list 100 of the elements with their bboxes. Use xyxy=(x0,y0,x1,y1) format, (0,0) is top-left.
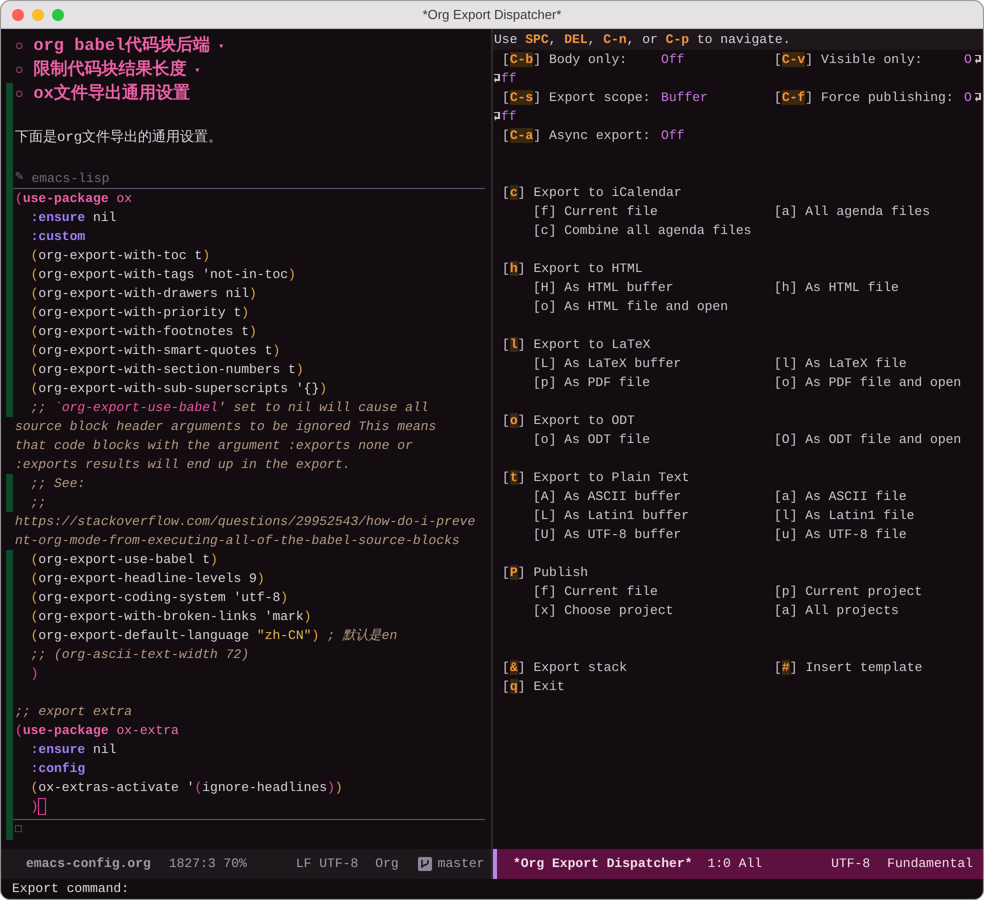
heading-bullet: ○ xyxy=(15,86,24,104)
code-line: (org-export-with-priority t) xyxy=(30,304,250,322)
branch-name: master xyxy=(438,855,484,874)
key-hint: [t] xyxy=(502,468,526,487)
code-line: (use-package ox xyxy=(15,190,132,208)
key-hint: [h] xyxy=(502,260,526,278)
menu-entry[interactable]: [a] All projects xyxy=(774,600,899,620)
fold-indicator[interactable]: ▾ xyxy=(218,40,224,54)
code-line: that code blocks with the argument :exports none or xyxy=(15,437,413,455)
menu-entry[interactable]: [x] Choose project xyxy=(533,600,674,620)
option-label: Force publishing: xyxy=(821,88,955,107)
code-line: (org-export-default-language "zh-CN") ; 默认是en xyxy=(30,627,398,645)
key-hint: [C-s] xyxy=(502,88,542,107)
code-line: (org-export-with-tags 'not-in-toc) xyxy=(30,266,296,284)
menu-entry[interactable]: [o] As HTML file and open xyxy=(533,296,728,316)
encoding-label: LF UTF-8 xyxy=(296,855,358,874)
code-line: source block header arguments to be ignored This means xyxy=(15,418,436,436)
close-button[interactable] xyxy=(12,9,24,21)
code-line: :ensure nil xyxy=(30,209,116,227)
code-line: (ox-extras-activate '(ignore-headlines)) xyxy=(30,779,343,797)
menu-entry[interactable]: [a] As ASCII file xyxy=(774,486,907,506)
code-line: (org-export-with-section-numbers t) xyxy=(30,361,304,379)
code-line: (org-export-with-drawers nil) xyxy=(30,285,257,303)
code-line: (org-export-use-babel t) xyxy=(30,551,218,569)
code-line: :ensure nil xyxy=(30,741,116,759)
section-title[interactable]: Publish xyxy=(533,562,588,582)
code-line: (org-export-headline-levels 9) xyxy=(30,570,265,588)
code-line: ;; See: xyxy=(30,475,86,493)
menu-entry[interactable]: [L] As LaTeX buffer xyxy=(533,354,682,374)
heading-bullet: ○ xyxy=(15,38,24,56)
outline-heading[interactable]: org babel代码块后端 xyxy=(33,34,210,60)
menu-entry[interactable]: [f] Current file xyxy=(533,202,658,222)
option-value[interactable]: O xyxy=(964,50,972,70)
code-line: (org-export-with-broken-links 'mark) xyxy=(30,608,312,626)
code-line: (org-export-with-footnotes t) xyxy=(30,323,257,341)
cursor-position: 1827:3 70% xyxy=(168,855,247,874)
key-hint: [l] xyxy=(502,336,526,354)
section-title[interactable]: Insert template xyxy=(805,658,922,678)
branch-icon xyxy=(418,857,432,871)
paragraph: 下面是org文件导出的通用设置。 xyxy=(15,128,222,148)
menu-entry[interactable]: [l] As LaTeX file xyxy=(774,354,907,374)
code-line: :exports results will end up in the export. xyxy=(15,456,350,474)
option-label: Visible only: xyxy=(821,50,924,69)
section-title[interactable]: Export to LaTeX xyxy=(533,334,650,354)
menu-entry[interactable]: [p] As PDF file xyxy=(533,372,650,392)
section-title[interactable]: Export to HTML xyxy=(533,258,643,278)
menu-entry[interactable]: [u] As UTF-8 file xyxy=(774,524,907,544)
key-hint: [P] xyxy=(502,564,526,582)
code-line: ) xyxy=(30,665,38,683)
menu-entry[interactable]: [o] As PDF file and open xyxy=(774,372,962,392)
option-value[interactable]: Buffer xyxy=(661,88,708,108)
section-title[interactable]: Export stack xyxy=(533,658,628,678)
option-value[interactable]: Off xyxy=(661,50,684,70)
section-title[interactable]: Export to ODT xyxy=(533,410,635,430)
minibuffer-prompt: Export command: xyxy=(12,880,130,898)
buffer-name: emacs-config.org xyxy=(26,855,151,874)
menu-entry[interactable]: [f] Current file xyxy=(533,582,658,602)
section-title[interactable]: Exit xyxy=(533,676,565,696)
code-line: ;; xyxy=(30,494,46,512)
menu-entry[interactable]: [L] As Latin1 buffer xyxy=(533,506,690,526)
pencil-icon: ✎ xyxy=(15,167,24,188)
key-hint: [C-f] xyxy=(774,88,814,107)
fold-indicator[interactable]: ▾ xyxy=(194,64,200,78)
code-line: :config xyxy=(30,760,86,778)
zoom-button[interactable] xyxy=(52,9,64,21)
code-line: (org-export-with-toc t) xyxy=(30,247,210,265)
navigation-hint: Use SPC, DEL, C-n, or C-p to navigate. xyxy=(494,30,790,49)
window-title: *Org Export Dispatcher* xyxy=(422,6,562,24)
major-mode: Fundamental xyxy=(887,855,973,874)
code-line: (use-package ox-extra xyxy=(15,722,179,740)
option-value[interactable]: Off xyxy=(661,126,684,146)
option-label: Async export: xyxy=(549,126,652,145)
section-title[interactable]: Export to iCalendar xyxy=(533,182,682,202)
line-wrap-icon xyxy=(494,112,500,121)
menu-entry[interactable]: [l] As Latin1 file xyxy=(774,506,914,526)
minimize-button[interactable] xyxy=(32,9,44,21)
outline-heading[interactable]: 限制代码块结果长度 xyxy=(33,58,186,84)
cursor-position: 1:0 All xyxy=(707,855,762,874)
option-value[interactable]: O xyxy=(964,88,972,108)
block-end-mark: □ xyxy=(15,822,22,838)
menu-entry[interactable]: [A] As ASCII buffer xyxy=(533,486,682,506)
menu-entry[interactable]: [a] All agenda files xyxy=(774,202,930,222)
major-mode: Org xyxy=(375,855,399,874)
section-title[interactable]: Export to Plain Text xyxy=(533,468,690,488)
key-hint: [q] xyxy=(502,678,526,696)
option-value[interactable]: ff xyxy=(501,68,517,88)
menu-entry[interactable]: [U] As UTF-8 buffer xyxy=(533,524,682,544)
menu-entry[interactable]: [o] As ODT file xyxy=(533,430,650,450)
option-label: Body only: xyxy=(549,50,628,69)
key-hint: [C-v] xyxy=(774,50,814,69)
menu-entry[interactable]: [p] Current project xyxy=(774,582,922,602)
outline-heading[interactable]: ox文件导出通用设置 xyxy=(33,82,190,108)
menu-entry[interactable]: [O] As ODT file and open xyxy=(774,430,962,450)
menu-entry[interactable]: [c] Combine all agenda files xyxy=(533,220,752,240)
key-hint: [C-b] xyxy=(502,50,542,69)
menu-entry[interactable]: [H] As HTML buffer xyxy=(533,278,674,298)
option-value[interactable]: ff xyxy=(501,106,517,126)
code-line: ;; export extra xyxy=(15,703,132,721)
key-hint: [&] xyxy=(502,658,526,677)
menu-entry[interactable]: [h] As HTML file xyxy=(774,278,899,298)
